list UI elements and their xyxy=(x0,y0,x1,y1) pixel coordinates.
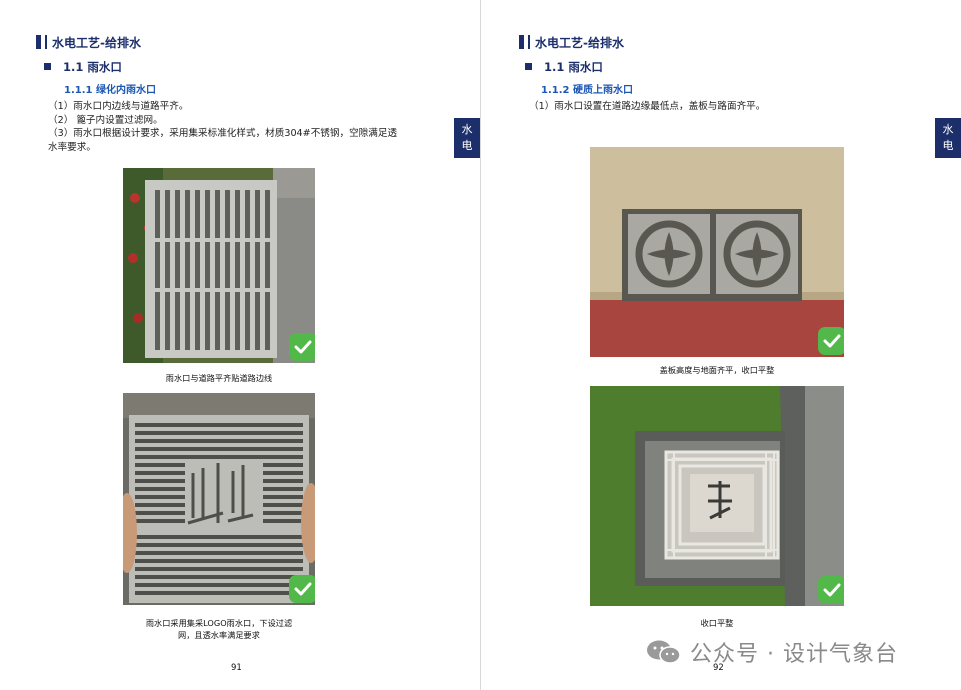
checkmark-icon xyxy=(289,333,315,361)
photo-grate-road-edge xyxy=(123,168,315,363)
heading-level3: 1.1.2 硬质上雨水口 xyxy=(541,85,633,96)
grass-drain-image xyxy=(590,386,844,606)
side-tab: 水 电 xyxy=(454,118,480,158)
photo2-caption: 雨水口采用集采LOGO雨水口，下设过滤 网，且透水率满足要求 xyxy=(145,618,293,640)
photo-stone-cover xyxy=(590,147,844,357)
photo-grass-drain xyxy=(590,386,844,606)
right-page: 水电工艺-给排水 1.1 雨水口 1.1.2 硬质上雨水口 （1）雨水口设置在道… xyxy=(481,0,961,690)
body-text: （1）雨水口内边线与道路平齐。 （2） 篦子内设置过滤网。 （3）雨水口根据设计… xyxy=(48,101,398,153)
checkmark-icon xyxy=(818,576,844,604)
square-bullet-icon xyxy=(44,63,51,70)
stone-cover-image xyxy=(590,147,844,357)
body-text: （1）雨水口设置在道路边缘最低点，盖板与路面齐平。 xyxy=(529,101,766,112)
grate-photo-image xyxy=(123,168,315,363)
side-tab: 水 电 xyxy=(935,118,961,158)
logo-grate-image xyxy=(123,393,315,605)
checkmark-icon xyxy=(818,327,844,355)
section-bar-icon xyxy=(36,35,41,49)
checkmark-icon xyxy=(289,575,315,603)
page-number: 91 xyxy=(231,663,242,673)
photo-logo-grate xyxy=(123,393,315,605)
photo4-caption: 收口平整 xyxy=(700,618,734,628)
section-bar-icon xyxy=(528,35,530,49)
section-bar-icon xyxy=(519,35,524,49)
photo1-caption: 雨水口与道路平齐贴道路边线 xyxy=(165,373,273,383)
heading-level3: 1.1.1 绿化内雨水口 xyxy=(64,85,156,96)
section-bar-icon xyxy=(45,35,47,49)
section-title: 水电工艺-给排水 xyxy=(519,34,624,51)
left-page: 水电工艺-给排水 1.1 雨水口 1.1.1 绿化内雨水口 （1）雨水口内边线与… xyxy=(0,0,480,690)
heading-level2: 1.1 雨水口 xyxy=(525,59,603,75)
heading-level2: 1.1 雨水口 xyxy=(44,59,122,75)
photo3-caption: 盖板高度与地面齐平，收口平整 xyxy=(659,365,775,375)
square-bullet-icon xyxy=(525,63,532,70)
wechat-icon xyxy=(647,640,681,664)
section-title: 水电工艺-给排水 xyxy=(36,34,141,51)
watermark: 公众号 · 设计气象台 xyxy=(646,636,898,668)
